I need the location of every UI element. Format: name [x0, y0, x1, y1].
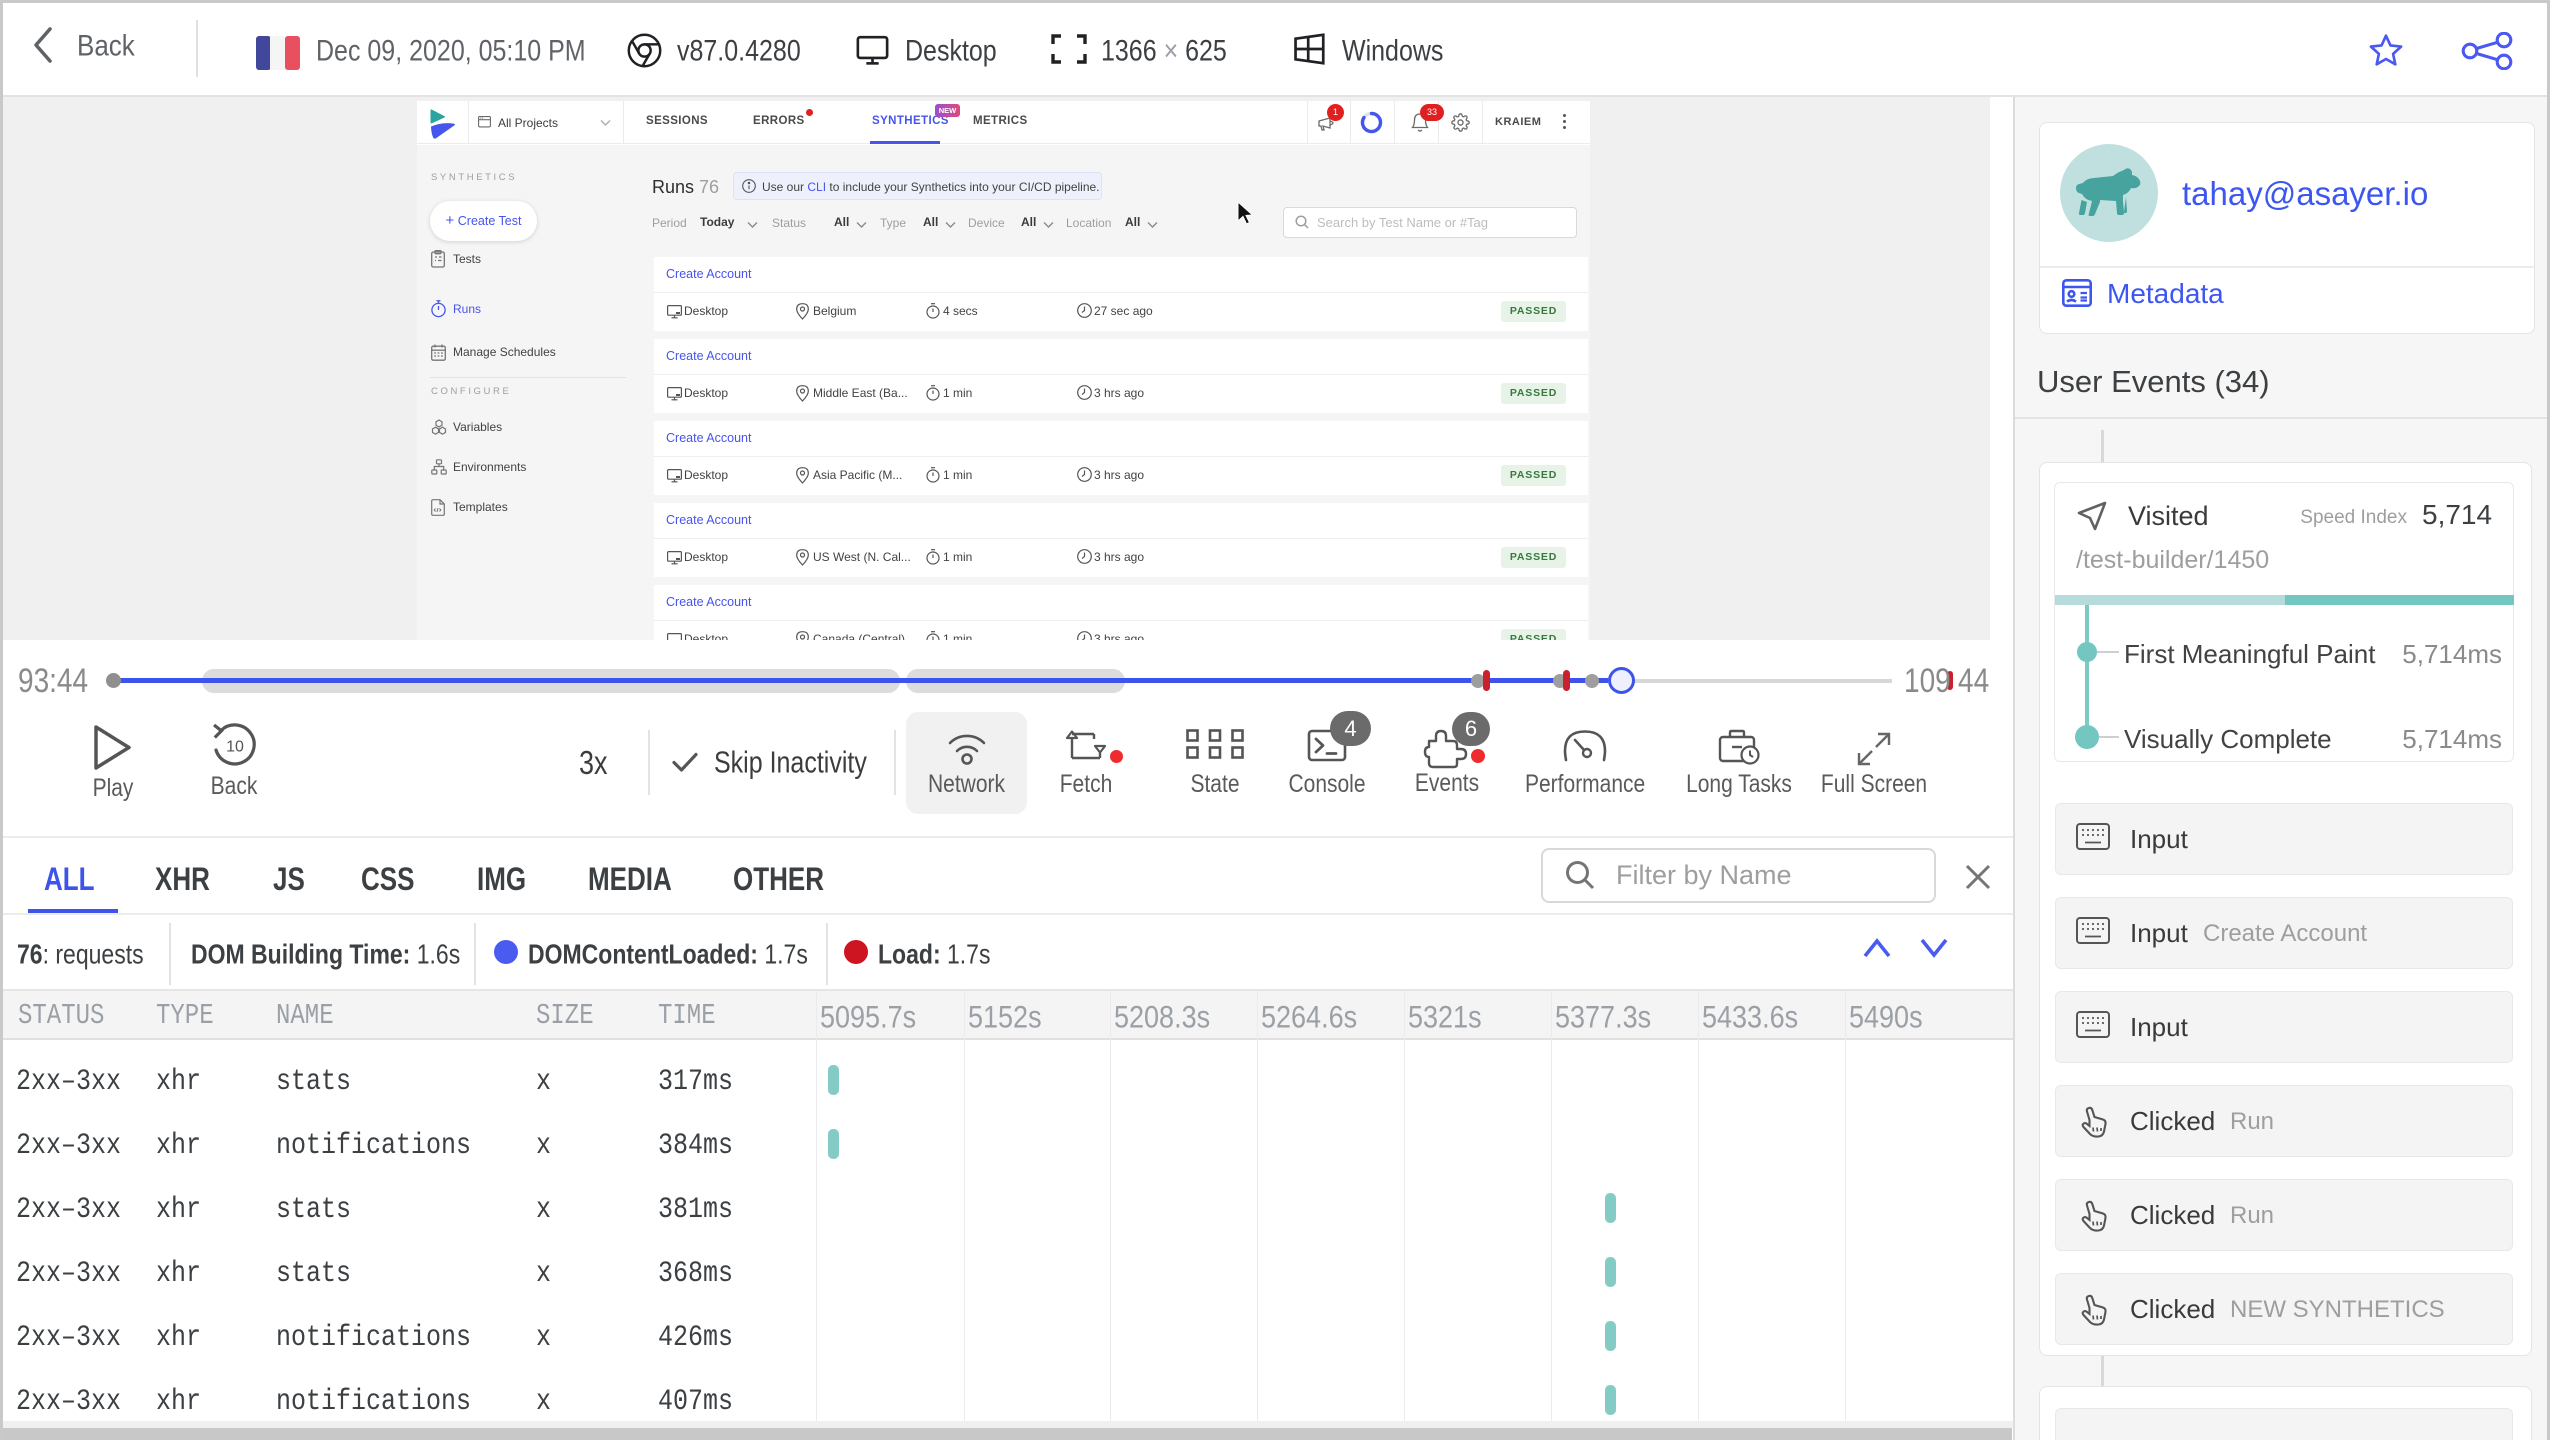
svg-text:10: 10: [226, 739, 244, 756]
